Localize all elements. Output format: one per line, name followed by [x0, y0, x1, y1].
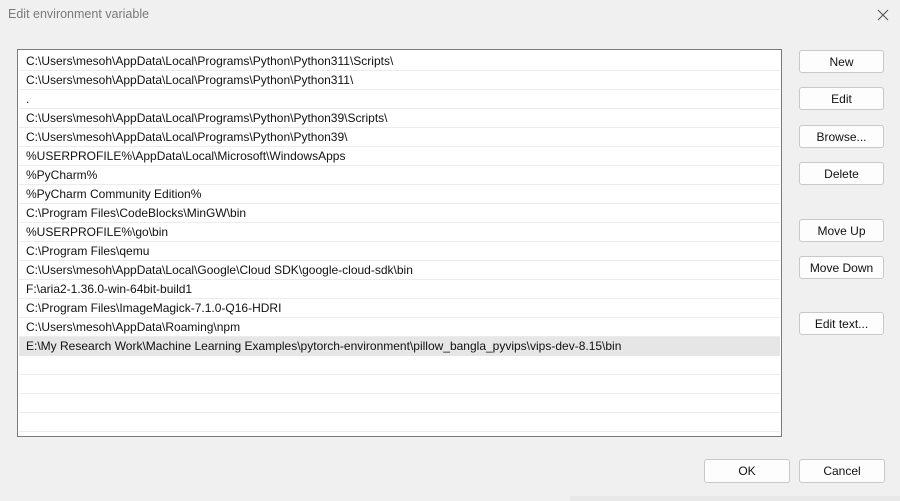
list-item[interactable]: C:\Users\mesoh\AppData\Local\Google\Clou… — [19, 261, 780, 280]
edit-button[interactable]: Edit — [799, 87, 884, 110]
list-item[interactable]: C:\Program Files\ImageMagick-7.1.0-Q16-H… — [19, 299, 780, 318]
list-item[interactable] — [19, 394, 780, 413]
list-item[interactable] — [19, 375, 780, 394]
list-item[interactable]: . — [19, 90, 780, 109]
list-item[interactable]: C:\Users\mesoh\AppData\Local\Programs\Py… — [19, 52, 780, 71]
ok-button[interactable]: OK — [704, 459, 790, 483]
list-item[interactable]: C:\Users\mesoh\AppData\Local\Programs\Py… — [19, 128, 780, 147]
close-icon — [877, 9, 889, 21]
edit-env-variable-dialog: Edit environment variable C:\Users\mesoh… — [0, 0, 900, 501]
close-button[interactable] — [868, 2, 898, 28]
move-up-button[interactable]: Move Up — [799, 219, 884, 242]
list-item[interactable]: C:\Program Files\CodeBlocks\MinGW\bin — [19, 204, 780, 223]
list-item[interactable]: %USERPROFILE%\go\bin — [19, 223, 780, 242]
list-item[interactable]: %USERPROFILE%\AppData\Local\Microsoft\Wi… — [19, 147, 780, 166]
path-listbox[interactable]: C:\Users\mesoh\AppData\Local\Programs\Py… — [17, 49, 782, 437]
list-item[interactable]: C:\Users\mesoh\AppData\Roaming\npm — [19, 318, 780, 337]
delete-button[interactable]: Delete — [799, 162, 884, 185]
cancel-button[interactable]: Cancel — [799, 459, 885, 483]
new-button[interactable]: New — [799, 50, 884, 73]
list-item[interactable]: F:\aria2-1.36.0-win-64bit-build1 — [19, 280, 780, 299]
list-item[interactable] — [19, 413, 780, 432]
list-item[interactable]: C:\Users\mesoh\AppData\Local\Programs\Py… — [19, 109, 780, 128]
list-item[interactable]: C:\Program Files\qemu — [19, 242, 780, 261]
list-item[interactable]: %PyCharm Community Edition% — [19, 185, 780, 204]
path-list: C:\Users\mesoh\AppData\Local\Programs\Py… — [18, 52, 781, 432]
window-edge — [570, 496, 900, 501]
list-item[interactable]: C:\Users\mesoh\AppData\Local\Programs\Py… — [19, 71, 780, 90]
list-item[interactable]: E:\My Research Work\Machine Learning Exa… — [19, 337, 780, 356]
title-bar: Edit environment variable — [0, 0, 900, 30]
window-title: Edit environment variable — [8, 7, 150, 21]
browse-button[interactable]: Browse... — [799, 125, 884, 148]
list-item[interactable] — [19, 356, 780, 375]
list-item[interactable]: %PyCharm% — [19, 166, 780, 185]
edit-text-button[interactable]: Edit text... — [799, 312, 884, 335]
move-down-button[interactable]: Move Down — [799, 256, 884, 279]
